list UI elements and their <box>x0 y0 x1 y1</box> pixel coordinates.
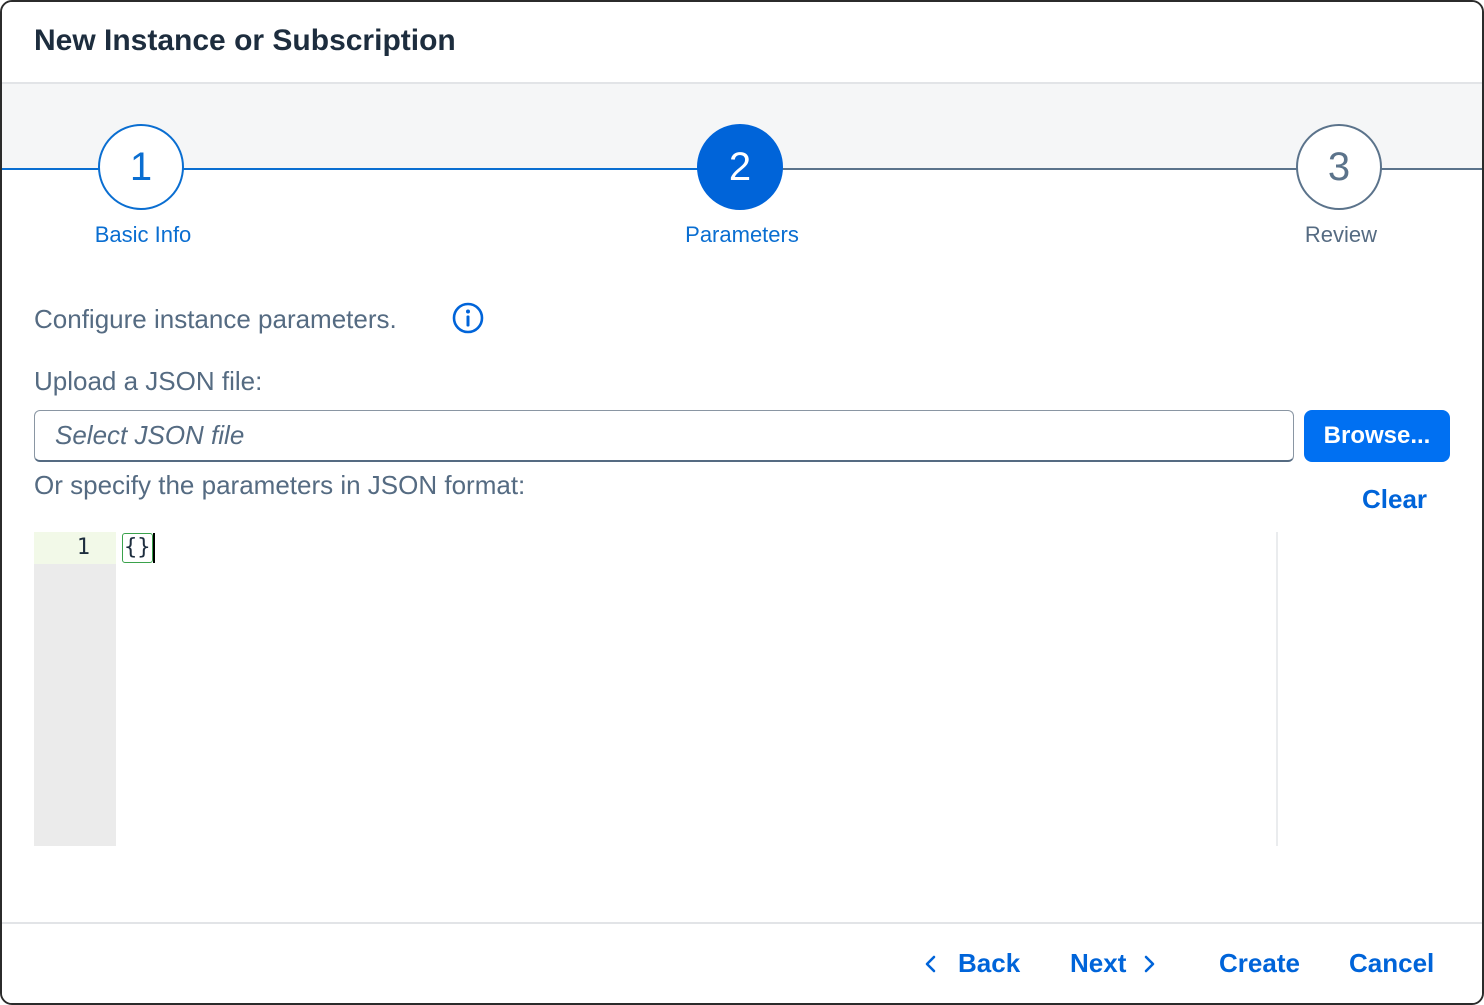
json-file-input[interactable] <box>34 410 1294 462</box>
json-editor[interactable]: 1 {} <box>34 532 1278 846</box>
line-number: 1 <box>34 532 116 564</box>
step-3-label: Review <box>1304 222 1378 247</box>
dialog: New Instance or Subscription 1 Basic Inf… <box>0 0 1484 1005</box>
editor-gutter: 1 <box>34 532 116 846</box>
step-1-circle[interactable]: 1 <box>98 124 184 210</box>
intro-text: Configure instance parameters. <box>34 304 397 334</box>
dialog-header: New Instance or Subscription <box>2 2 1482 84</box>
next-label: Next <box>1070 948 1127 978</box>
dialog-title: New Instance or Subscription <box>34 24 456 57</box>
editor-code-line[interactable]: {} <box>122 532 155 564</box>
json-format-label: Or specify the parameters in JSON format… <box>34 470 526 500</box>
code-text: {} <box>122 533 153 563</box>
step-2-label[interactable]: Parameters <box>632 222 852 248</box>
back-button[interactable]: Back <box>922 948 1020 979</box>
cancel-button[interactable]: Cancel <box>1349 948 1434 979</box>
browse-button[interactable]: Browse... <box>1304 410 1450 462</box>
create-button[interactable]: Create <box>1219 948 1300 979</box>
step-2-circle[interactable]: 2 <box>697 124 783 210</box>
step-3-circle: 3 <box>1296 124 1382 210</box>
next-button[interactable]: Next <box>1070 948 1158 979</box>
clear-button[interactable]: Clear <box>1362 484 1427 515</box>
text-caret <box>152 533 155 563</box>
back-label: Back <box>958 948 1021 978</box>
wizard-progress-bar: 1 Basic Info 2 Parameters 3 Review <box>2 84 1482 284</box>
dialog-footer: Back Next Create Cancel <box>2 922 1482 1003</box>
step-1-label[interactable]: Basic Info <box>33 222 253 248</box>
chevron-right-icon <box>1145 955 1155 972</box>
upload-label: Upload a JSON file: <box>34 366 263 396</box>
info-icon[interactable] <box>450 300 486 336</box>
chevron-left-icon <box>925 955 936 972</box>
